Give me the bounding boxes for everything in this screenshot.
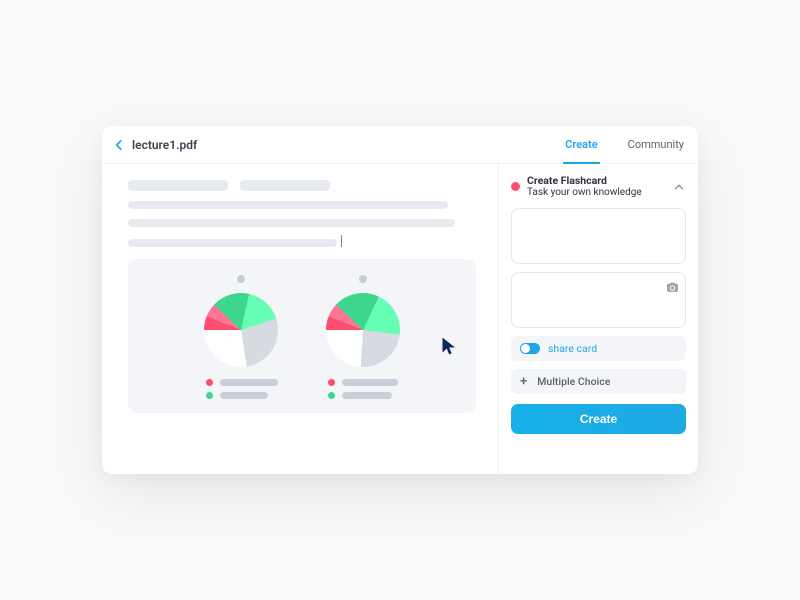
legend-dot bbox=[206, 379, 213, 386]
multiple-choice-label: Multiple Choice bbox=[537, 375, 610, 388]
legend-dot bbox=[328, 392, 335, 399]
multiple-choice-button[interactable]: + Multiple Choice bbox=[511, 369, 686, 394]
legend-item bbox=[206, 379, 278, 386]
legend-item bbox=[328, 379, 398, 386]
camera-icon bbox=[666, 281, 679, 294]
legend-item bbox=[328, 392, 398, 399]
share-toggle[interactable] bbox=[520, 343, 540, 354]
header: lecture1.pdf Create Community bbox=[102, 126, 698, 164]
text-placeholder bbox=[128, 201, 448, 209]
tab-community[interactable]: Community bbox=[628, 126, 684, 163]
chart-panel bbox=[128, 259, 476, 413]
app-window: lecture1.pdf Create Community bbox=[102, 126, 698, 474]
document-viewer bbox=[102, 164, 498, 474]
legend-dot bbox=[206, 392, 213, 399]
status-dot bbox=[511, 182, 520, 191]
legend-label-placeholder bbox=[220, 392, 268, 399]
chart-dot bbox=[359, 275, 367, 283]
chart-1 bbox=[204, 275, 278, 399]
legend-item bbox=[206, 392, 278, 399]
flashcard-back-input[interactable] bbox=[511, 272, 686, 328]
share-card-row: share card bbox=[511, 336, 686, 361]
legend-dot bbox=[328, 379, 335, 386]
pie-chart bbox=[326, 293, 400, 367]
create-button[interactable]: Create bbox=[511, 404, 686, 434]
panel-title: Create Flashcard bbox=[527, 174, 642, 187]
body: Create Flashcard Task your own knowledge… bbox=[102, 164, 698, 474]
chevron-up-icon bbox=[672, 180, 686, 194]
legend-label-placeholder bbox=[342, 392, 392, 399]
back-button[interactable]: lecture1.pdf bbox=[112, 138, 197, 152]
sidebar-panel: Create Flashcard Task your own knowledge… bbox=[498, 164, 698, 474]
share-label: share card bbox=[548, 342, 597, 355]
panel-subtitle: Task your own knowledge bbox=[527, 187, 642, 200]
chevron-left-icon bbox=[112, 138, 126, 152]
text-placeholder bbox=[128, 180, 228, 191]
add-image-button[interactable] bbox=[666, 279, 679, 298]
collapse-button[interactable] bbox=[672, 180, 686, 194]
chart-dot bbox=[237, 275, 245, 283]
chart-legend bbox=[206, 379, 278, 399]
text-placeholder bbox=[128, 239, 337, 247]
panel-header: Create Flashcard Task your own knowledge bbox=[511, 174, 686, 200]
chart-2 bbox=[326, 275, 400, 399]
tab-create[interactable]: Create bbox=[565, 126, 598, 163]
filename: lecture1.pdf bbox=[132, 138, 197, 152]
chart-legend bbox=[328, 379, 398, 399]
tabs: Create Community bbox=[565, 126, 684, 163]
text-cursor bbox=[341, 235, 342, 247]
legend-label-placeholder bbox=[342, 379, 398, 386]
text-placeholder bbox=[240, 180, 330, 191]
pie-chart bbox=[204, 293, 278, 367]
plus-icon: + bbox=[520, 375, 527, 388]
legend-label-placeholder bbox=[220, 379, 278, 386]
text-placeholder bbox=[128, 219, 455, 227]
panel-title-block: Create Flashcard Task your own knowledge bbox=[527, 174, 642, 200]
flashcard-front-input[interactable] bbox=[511, 208, 686, 264]
